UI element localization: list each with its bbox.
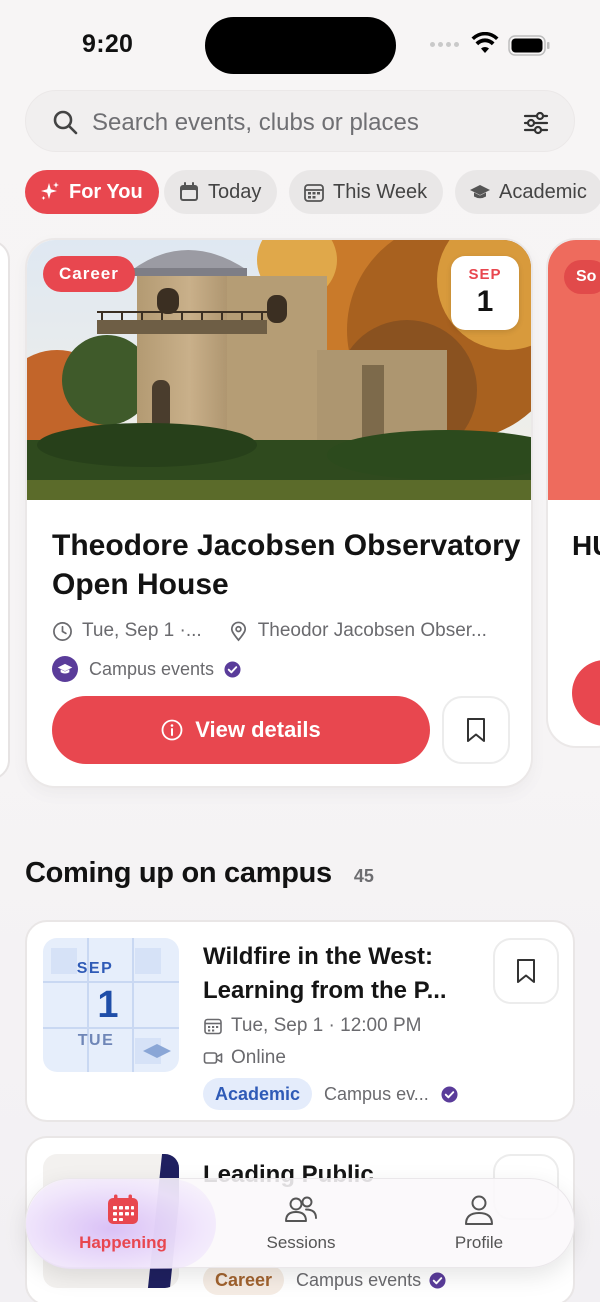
event-tags: Career Campus events (203, 1264, 446, 1296)
verified-badge-icon (429, 1271, 446, 1289)
tab-label: Sessions (266, 1233, 336, 1252)
date-month: SEP (76, 960, 114, 977)
tab-happening[interactable]: Happening (53, 1193, 193, 1253)
chip-label: This Week (333, 180, 428, 203)
date-weekday: TUE (77, 1032, 115, 1049)
search-bar[interactable]: Search events, clubs or places (25, 90, 575, 152)
event-tags: Academic Campus ev... (203, 1078, 458, 1110)
date-day: 1 (97, 984, 119, 1026)
category-tag: Career (203, 1265, 285, 1295)
people-icon (285, 1196, 317, 1222)
category-tag: Academic (203, 1078, 313, 1110)
search-icon (53, 110, 78, 135)
event-location: Theodor Jacobsen Obser... (257, 620, 487, 641)
chip-label: Academic (499, 180, 587, 203)
chip-label: For You (69, 180, 143, 203)
list-item[interactable]: SEP 1 TUE Wildfire in the West: Learning… (25, 920, 575, 1122)
chip-for-you[interactable]: For You (25, 170, 159, 214)
calendar-thumbnail: SEP 1 TUE (43, 938, 179, 1072)
category-tag: Career (43, 256, 135, 292)
section-header: Coming up on campus 45 (25, 857, 374, 897)
info-icon (161, 719, 183, 741)
wifi-icon (471, 32, 499, 53)
chip-academic[interactable]: Academic (455, 170, 600, 214)
status-bar: 9:20 (0, 0, 600, 90)
event-time: Tue, Sep 1 ·... (82, 620, 202, 641)
event-datetime-text: Tue, Sep 1 · 12:00 PM (231, 1015, 422, 1036)
status-time: 9:20 (82, 30, 134, 58)
bookmark-button[interactable] (493, 938, 559, 1004)
event-title: HU (572, 530, 600, 561)
filter-sliders-icon[interactable] (522, 109, 550, 137)
calendar-week-icon (304, 184, 324, 202)
event-mode-text: Online (231, 1047, 286, 1068)
search-input[interactable]: Search events, clubs or places (92, 109, 419, 137)
event-mode: Online (203, 1045, 286, 1071)
dynamic-island (205, 17, 396, 74)
sparkles-icon (41, 182, 59, 200)
verified-badge-icon (441, 1085, 458, 1103)
video-camera-icon (203, 1052, 223, 1064)
chip-label: Today (208, 180, 262, 203)
bottom-tab-bar: Happening Sessions Profile (25, 1178, 575, 1269)
organizer-name: Campus ev... (324, 1083, 429, 1104)
event-image: Career SEP 1 (27, 240, 531, 500)
event-title: Theodore Jacobsen Observatory Open House (52, 529, 521, 601)
organizer-avatar (52, 656, 78, 682)
calendar-icon (180, 182, 198, 201)
tab-label: Profile (454, 1233, 504, 1252)
previous-event-card[interactable] (0, 240, 10, 780)
chip-today[interactable]: Today (164, 170, 278, 214)
calendar-icon (204, 1018, 222, 1035)
bookmark-icon (517, 959, 535, 983)
event-datetime: Tue, Sep 1 · 12:00 PM (203, 1013, 421, 1039)
tab-label: Happening (79, 1233, 167, 1252)
event-meta: Tue, Sep 1 ·... Theodor Jacobsen Obser..… (52, 616, 522, 646)
date-month: SEP (468, 266, 502, 283)
organizer-name: Campus events (89, 658, 215, 679)
view-details-button[interactable] (572, 660, 600, 726)
clock-icon (53, 621, 72, 641)
graduation-cap-icon (470, 185, 490, 199)
person-icon (465, 1195, 493, 1225)
location-pin-icon (230, 621, 246, 641)
date-badge: SEP 1 (451, 256, 519, 330)
organizer-name: Campus events (296, 1269, 422, 1290)
bookmark-button[interactable] (442, 696, 510, 764)
view-details-label: View details (195, 717, 321, 742)
event-title: Wildfire in the West: Learning from the … (203, 943, 447, 1004)
view-details-button[interactable]: View details (52, 696, 430, 764)
section-title: Coming up on campus (25, 857, 332, 889)
section-count: 45 (353, 866, 374, 886)
battery-icon (508, 35, 550, 56)
tab-sessions[interactable]: Sessions (231, 1193, 371, 1253)
organizer[interactable]: Campus events (52, 654, 241, 684)
verified-badge-icon (224, 660, 241, 678)
calendar-grid-icon (108, 1194, 138, 1224)
bookmark-icon (467, 718, 485, 742)
date-day: 1 (476, 285, 494, 318)
featured-event-card[interactable]: Career SEP 1 Theodore Jacobsen Observato… (25, 238, 533, 788)
category-tag: So (564, 260, 600, 294)
filter-chips: For You Today This Week Academic (25, 170, 600, 214)
chip-this-week[interactable]: This Week (289, 170, 444, 214)
tab-profile[interactable]: Profile (409, 1193, 549, 1253)
next-event-card[interactable]: So HU (546, 238, 600, 748)
graduation-cap-icon (57, 663, 73, 674)
signal-icon (430, 42, 459, 47)
